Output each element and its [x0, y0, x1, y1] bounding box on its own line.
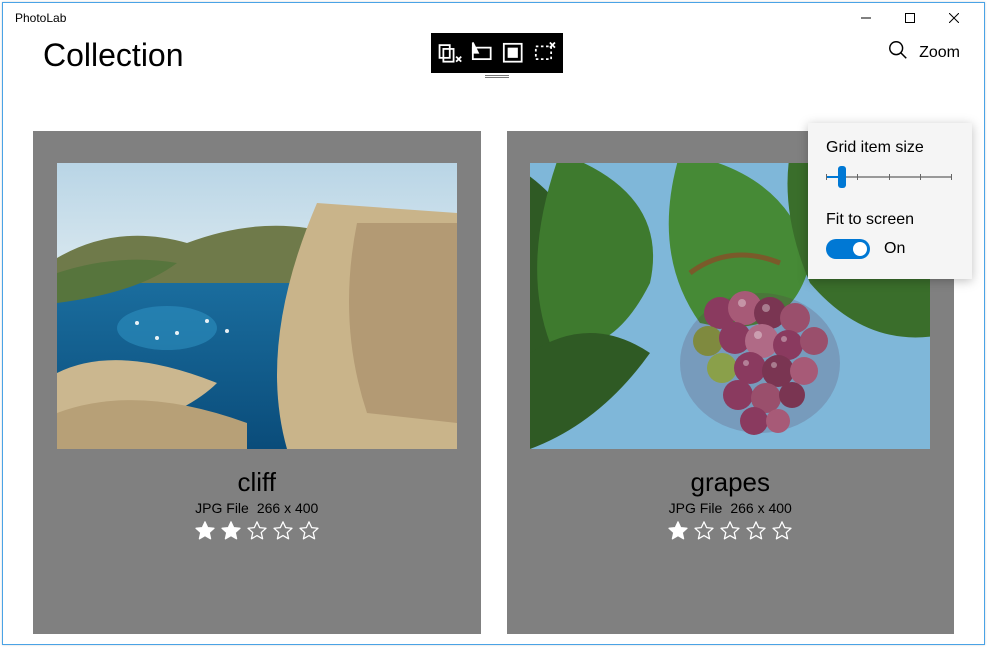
header: Collection [3, 33, 984, 103]
star-icon[interactable] [667, 520, 689, 547]
grid-size-slider[interactable] [826, 167, 952, 187]
minimize-button[interactable] [844, 4, 888, 32]
star-icon[interactable] [220, 520, 242, 547]
item-filetype: JPG File [195, 500, 249, 516]
slider-thumb[interactable] [838, 166, 846, 188]
rating-control[interactable] [194, 520, 320, 547]
search-icon [887, 39, 909, 66]
item-title: cliff [237, 467, 276, 498]
item-filetype: JPG File [669, 500, 723, 516]
window-title: PhotoLab [15, 11, 66, 25]
star-icon[interactable] [771, 520, 793, 547]
app-window: PhotoLab Collection [2, 2, 985, 645]
fit-state-label: On [884, 240, 905, 258]
close-button[interactable] [932, 4, 976, 32]
zoom-label: Zoom [919, 44, 960, 62]
fill-tool-icon[interactable] [500, 40, 526, 66]
toolbar-drag-handle[interactable] [485, 75, 509, 78]
thumbnail-image [57, 163, 457, 449]
star-icon[interactable] [272, 520, 294, 547]
item-dimensions: 266 x 400 [730, 500, 792, 516]
grid-item[interactable]: cliff JPG File 266 x 400 [33, 131, 481, 626]
star-icon[interactable] [194, 520, 216, 547]
pointer-tool-icon[interactable] [469, 40, 495, 66]
page-title: Collection [43, 37, 184, 74]
titlebar: PhotoLab [3, 3, 984, 33]
star-icon[interactable] [246, 520, 268, 547]
item-meta: JPG File 266 x 400 [195, 500, 318, 516]
grid-size-label: Grid item size [826, 139, 954, 157]
star-icon[interactable] [719, 520, 741, 547]
fit-toggle[interactable] [826, 239, 870, 259]
grid-next-row-peek [33, 624, 954, 634]
dev-toolbar[interactable] [431, 33, 563, 73]
item-dimensions: 266 x 400 [257, 500, 319, 516]
item-title: grapes [691, 467, 771, 498]
star-icon[interactable] [693, 520, 715, 547]
window-controls [844, 4, 976, 32]
star-icon[interactable] [298, 520, 320, 547]
star-icon[interactable] [745, 520, 767, 547]
maximize-button[interactable] [888, 4, 932, 32]
zoom-flyout: Grid item size Fit to screen On [808, 123, 972, 279]
item-meta: JPG File 266 x 400 [669, 500, 792, 516]
rating-control[interactable] [667, 520, 793, 547]
crop-tool-icon[interactable] [532, 40, 558, 66]
fit-label: Fit to screen [826, 211, 954, 229]
select-tool-icon[interactable] [437, 40, 463, 66]
zoom-button[interactable]: Zoom [887, 39, 960, 66]
